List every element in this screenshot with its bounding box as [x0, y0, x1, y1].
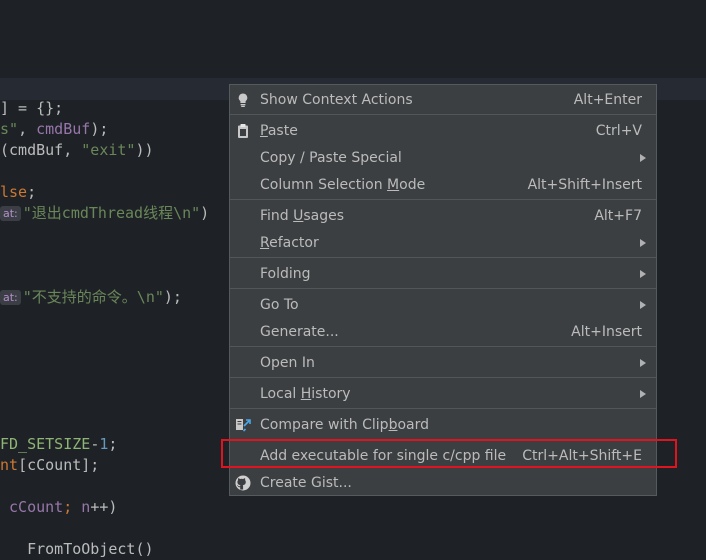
- menu-item-open-in[interactable]: Open In: [230, 350, 656, 376]
- code-token: cmdBuf: [36, 120, 91, 138]
- menu-item-local-history[interactable]: Local History: [230, 381, 656, 407]
- code-token: (cmdBuf,: [0, 141, 82, 159]
- menu-item-show-context-actions[interactable]: Show Context Actions Alt+Enter: [230, 87, 656, 113]
- parameter-hint: at:: [0, 206, 21, 221]
- code-token: ;: [27, 183, 37, 201]
- code-line: cCount; n++): [0, 497, 117, 518]
- submenu-arrow-icon: [640, 154, 646, 162]
- menu-separator: [230, 257, 656, 258]
- submenu-arrow-icon: [640, 359, 646, 367]
- code-line: lse;: [0, 182, 36, 203]
- menu-item-label: Refactor: [260, 235, 319, 251]
- code-token: ;: [108, 435, 118, 453]
- menu-separator: [230, 346, 656, 347]
- code-line: FD_SETSIZE-1;: [0, 434, 117, 455]
- code-line: FromToObject(): [0, 539, 154, 560]
- menu-item-shortcut: Ctrl+V: [595, 123, 642, 139]
- menu-item-folding[interactable]: Folding: [230, 261, 656, 287]
- menu-item-label: Show Context Actions: [260, 92, 413, 108]
- code-token: nt: [0, 456, 19, 474]
- lightbulb-icon: [238, 93, 248, 107]
- menu-item-shortcut: Alt+F7: [594, 208, 642, 224]
- menu-item-shortcut: Alt+Shift+Insert: [527, 177, 642, 193]
- menu-separator: [230, 288, 656, 289]
- code-token: ): [200, 204, 210, 222]
- code-token: cCount: [0, 498, 64, 516]
- code-token: )): [135, 141, 154, 159]
- code-token: );: [90, 120, 109, 138]
- menu-item-label: Generate...: [260, 324, 339, 340]
- menu-separator: [230, 408, 656, 409]
- menu-separator: [230, 377, 656, 378]
- code-token: FD_SETSIZE: [0, 435, 91, 453]
- menu-item-column-selection-mode[interactable]: Column Selection Mode Alt+Shift+Insert: [230, 172, 656, 198]
- github-icon: [235, 475, 251, 491]
- menu-item-go-to[interactable]: Go To: [230, 292, 656, 318]
- menu-item-label: Paste: [260, 123, 298, 139]
- code-line: at: "退出cmdThread线程\n"): [0, 203, 209, 224]
- menu-item-compare-with-clipboard[interactable]: Compare with Clipboard: [230, 412, 656, 438]
- code-token: );: [163, 288, 182, 306]
- submenu-arrow-icon: [640, 301, 646, 309]
- code-token: "不支持的命令。\n": [22, 288, 164, 306]
- code-token: ++): [90, 498, 118, 516]
- menu-item-refactor[interactable]: Refactor: [230, 230, 656, 256]
- code-token: "退出cmdThread线程\n": [22, 204, 201, 222]
- menu-item-find-usages[interactable]: Find Usages Alt+F7: [230, 203, 656, 229]
- compare-icon: [236, 419, 251, 432]
- code-token: ] = {};: [0, 99, 64, 117]
- code-token: FromToObject(): [0, 540, 154, 558]
- code-line: ] = {};: [0, 98, 63, 119]
- menu-separator: [230, 199, 656, 200]
- menu-item-shortcut: Alt+Insert: [571, 324, 642, 340]
- code-token: ,: [18, 120, 37, 138]
- menu-item-shortcut: Alt+Enter: [573, 92, 642, 108]
- menu-item-label: Find Usages: [260, 208, 345, 224]
- code-token: s": [0, 120, 19, 138]
- submenu-arrow-icon: [640, 270, 646, 278]
- parameter-hint: at:: [0, 290, 21, 305]
- context-menu: Show Context Actions Alt+Enter Paste Ctr…: [229, 84, 657, 496]
- submenu-arrow-icon: [640, 390, 646, 398]
- menu-item-label: Local History: [260, 386, 351, 402]
- menu-item-label: Compare with Clipboard: [260, 417, 429, 433]
- code-line: s", cmdBuf);: [0, 119, 108, 140]
- code-token: n: [81, 498, 91, 516]
- menu-item-label: Folding: [260, 266, 311, 282]
- menu-item-paste[interactable]: Paste Ctrl+V: [230, 118, 656, 144]
- clipboard-icon: [238, 124, 248, 138]
- menu-item-label: Column Selection Mode: [260, 177, 426, 193]
- submenu-arrow-icon: [640, 239, 646, 247]
- code-token: ;: [63, 498, 82, 516]
- code-token: -: [90, 435, 100, 453]
- menu-item-label: Copy / Paste Special: [260, 150, 402, 166]
- menu-item-label: Go To: [260, 297, 299, 313]
- code-line: at: "不支持的命令。\n");: [0, 287, 182, 308]
- code-line: (cmdBuf, "exit")): [0, 140, 154, 161]
- code-token: "exit": [81, 141, 136, 159]
- code-line: nt[cCount];: [0, 455, 99, 476]
- menu-item-generate[interactable]: Generate... Alt+Insert: [230, 319, 656, 345]
- code-token: lse: [0, 183, 28, 201]
- menu-item-create-gist[interactable]: Create Gist...: [230, 470, 656, 496]
- menu-separator: [230, 114, 656, 115]
- highlight-box: [221, 439, 677, 468]
- menu-item-copy-paste-special[interactable]: Copy / Paste Special: [230, 145, 656, 171]
- code-token: [cCount];: [18, 456, 100, 474]
- menu-item-label: Create Gist...: [260, 475, 352, 491]
- menu-item-label: Open In: [260, 355, 315, 371]
